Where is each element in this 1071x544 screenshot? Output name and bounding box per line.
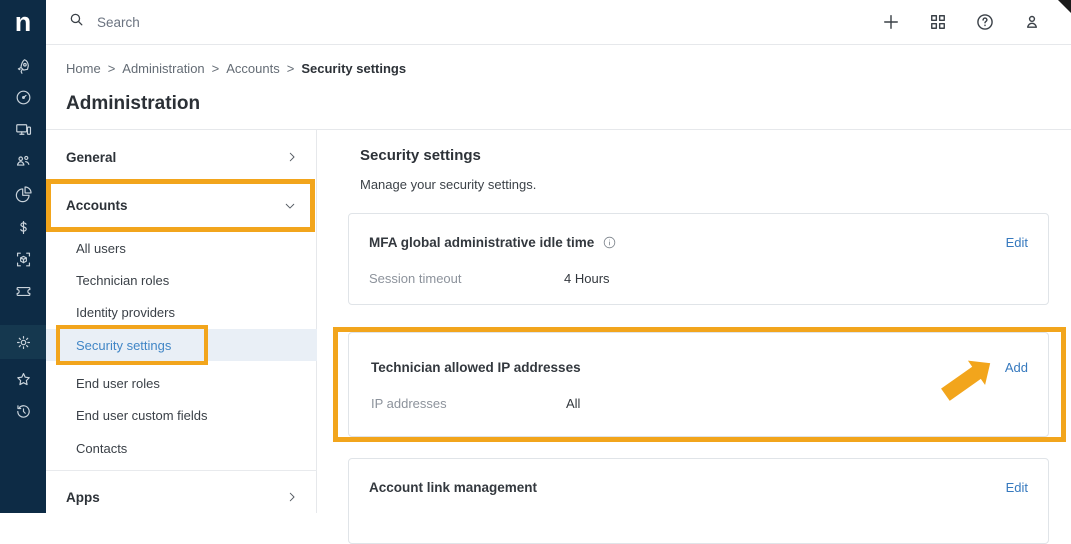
security-settings-content: Security settings Manage your security s… [317,130,1071,513]
breadcrumb: Home > Administration > Accounts > Secur… [66,61,406,76]
cursor-artifact [1058,0,1071,13]
nav-item-contacts[interactable]: Contacts [46,434,317,462]
rocket-icon[interactable] [0,50,46,82]
card-mfa-idle-time: MFA global administrative idle time Edit… [348,213,1049,305]
card-account-link-management: Account link management Edit [348,458,1049,544]
nav-section-apps[interactable]: Apps [46,482,317,512]
breadcrumb-separator: > [108,61,116,76]
ticketing-icon[interactable] [0,275,46,307]
user-icon[interactable] [1021,11,1043,33]
nav-label: Contacts [76,441,127,456]
nav-label: End user roles [76,376,160,391]
nav-item-end-user-roles[interactable]: End user roles [46,369,317,397]
nav-label: Apps [66,490,285,505]
topbar [46,0,1071,45]
topbar-actions [880,11,1071,33]
search-icon [68,11,85,33]
field-value: All [566,396,580,411]
section-title: Security settings [360,147,481,164]
search-bar[interactable] [46,11,880,33]
history-icon[interactable] [0,395,46,427]
nav-item-identity-providers[interactable]: Identity providers [46,298,317,326]
chevron-right-icon [285,490,299,504]
card-title: Account link management [369,480,537,495]
breadcrumb-accounts[interactable]: Accounts [226,61,279,76]
breadcrumb-separator: > [212,61,220,76]
breadcrumb-current: Security settings [301,61,406,76]
billing-icon[interactable] [0,211,46,243]
nav-label: Accounts [66,198,283,213]
breadcrumb-home[interactable]: Home [66,61,101,76]
card-technician-allowed-ip: Technician allowed IP addresses Add IP a… [348,332,1049,437]
nav-label: General [66,150,285,165]
administration-security-settings-page: { "colors": { "sidebar_bg": "#0d2b45", "… [0,0,1071,513]
nav-item-security-settings[interactable]: Security settings [46,329,317,361]
nav-item-all-users[interactable]: All users [46,234,317,262]
packages-icon[interactable] [0,243,46,275]
annotation-box-technician-ip: Technician allowed IP addresses Add IP a… [333,327,1066,442]
add-button[interactable]: Add [1005,360,1028,375]
app-sidebar: n [0,0,46,513]
nav-item-technician-roles[interactable]: Technician roles [46,266,317,294]
settings-icon[interactable] [0,325,46,359]
search-input[interactable] [97,15,397,30]
card-title: Technician allowed IP addresses [371,360,581,375]
devices-icon[interactable] [0,113,46,145]
nav-label: End user custom fields [76,408,208,423]
edit-button[interactable]: Edit [1006,235,1028,250]
chevron-down-icon [283,199,297,213]
field-value: 4 Hours [564,271,610,286]
chevron-right-icon [285,150,299,164]
star-icon[interactable] [0,363,46,395]
dashboard-icon[interactable] [0,81,46,113]
users-icon[interactable] [0,145,46,177]
grid-icon[interactable] [927,11,949,33]
annotation-box-accounts: Accounts [46,179,315,232]
admin-nav-panel: General Accounts All users Technician ro… [46,130,317,513]
card-title: MFA global administrative idle time [369,235,594,250]
nav-section-general[interactable]: General [46,143,317,171]
field-label: IP addresses [371,396,566,411]
nav-section-accounts[interactable]: Accounts [51,198,310,213]
nav-label: Technician roles [76,273,169,288]
help-icon[interactable] [974,11,996,33]
field-label: Session timeout [369,271,564,286]
breadcrumb-administration[interactable]: Administration [122,61,204,76]
app-logo[interactable]: n [0,0,46,48]
reports-icon[interactable] [0,178,46,210]
nav-label: Security settings [76,338,171,353]
nav-item-end-user-custom-fields[interactable]: End user custom fields [46,401,317,429]
info-icon[interactable] [602,235,617,250]
nav-label: Identity providers [76,305,175,320]
nav-divider [46,470,317,471]
breadcrumb-separator: > [287,61,295,76]
section-subtitle: Manage your security settings. [360,177,536,192]
nav-label: All users [76,241,126,256]
plus-icon[interactable] [880,11,902,33]
page-title: Administration [66,93,200,115]
edit-button[interactable]: Edit [1006,480,1028,495]
